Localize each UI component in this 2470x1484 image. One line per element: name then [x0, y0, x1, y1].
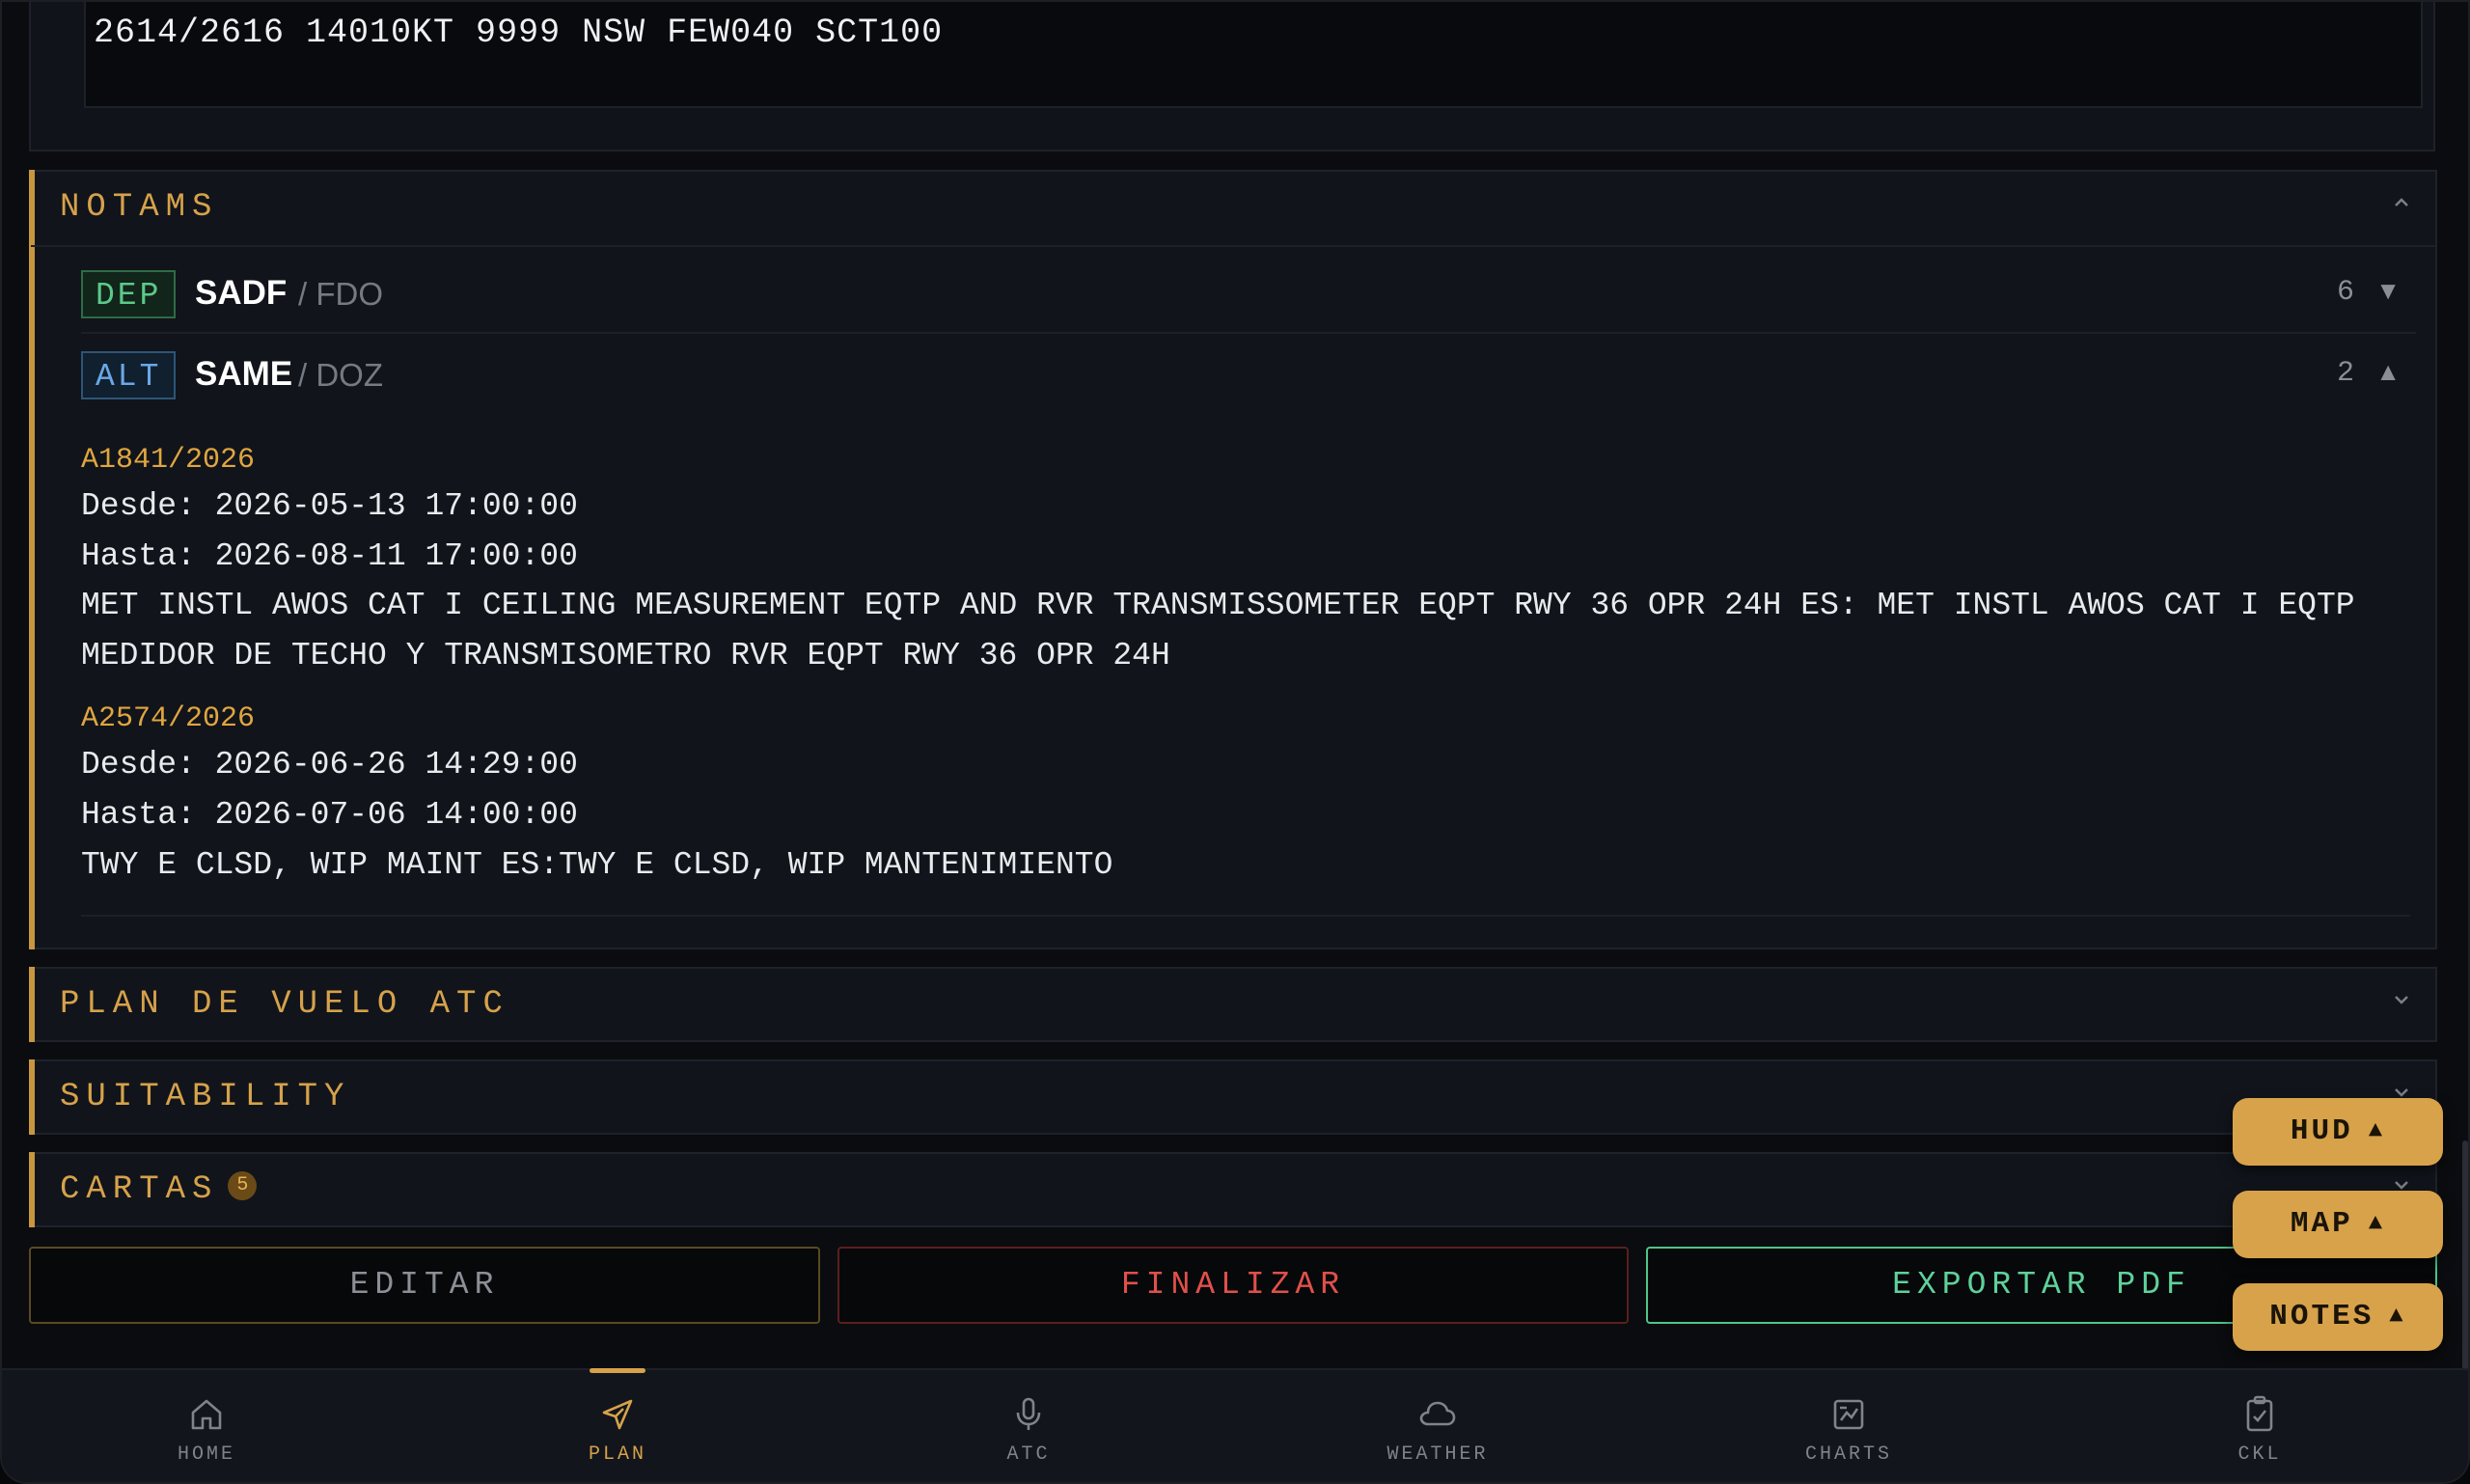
notam-count: 2 — [2336, 357, 2354, 390]
cartas-section[interactable]: CARTAS 5 — [29, 1152, 2437, 1227]
suitability-section[interactable]: SUITABILITY — [29, 1059, 2437, 1135]
plane-icon — [602, 1399, 633, 1430]
notes-label: NOTES — [2269, 1300, 2374, 1333]
caret-down-icon[interactable]: ▼ — [2375, 276, 2401, 306]
nav-label: CHARTS — [1804, 1443, 1892, 1466]
notam-count: 6 — [2336, 276, 2354, 309]
notam-from: Desde: 2026-05-13 17:00:00 — [81, 488, 578, 524]
cloud-icon — [1419, 1401, 1456, 1426]
section-title: CARTAS 5 — [60, 1171, 258, 1208]
scrollbar-thumb[interactable] — [2462, 1140, 2468, 1372]
section-title: SUITABILITY — [60, 1079, 351, 1115]
chart-icon — [1833, 1399, 1864, 1430]
body-divider — [81, 915, 2410, 917]
taf-line: 2614/2616 14010KT 9999 NSW FEW040 SCT100 — [94, 14, 944, 52]
airport-icao: SAME — [195, 355, 293, 393]
cartas-label: CARTAS — [60, 1171, 219, 1208]
airport-iata: / DOZ — [298, 357, 383, 393]
nav-label: ATC — [1006, 1443, 1051, 1466]
arrow-up-icon: ▲ — [2389, 1304, 2406, 1330]
section-title: PLAN DE VUELO ATC — [60, 986, 509, 1023]
section-accent — [29, 967, 35, 1042]
notam-text: TWY E CLSD, WIP MAINT ES:TWY E CLSD, WIP… — [81, 847, 1113, 883]
caret-up-icon[interactable]: ▲ — [2375, 357, 2401, 387]
checklist-icon — [2246, 1395, 2273, 1432]
section-accent — [29, 1059, 35, 1135]
nav-item-plan[interactable]: PLAN — [540, 1368, 695, 1482]
map-toggle-button[interactable]: MAP ▲ — [2233, 1191, 2443, 1258]
arrow-up-icon: ▲ — [2368, 1211, 2386, 1237]
notams-header[interactable]: NOTAMS — [31, 172, 2435, 245]
notam-id: A2574/2026 — [81, 702, 256, 735]
app-frame: 2614/2616 14010KT 9999 NSW FEW040 SCT100… — [0, 0, 2470, 1484]
microphone-icon — [1016, 1397, 1041, 1430]
active-indicator — [590, 1368, 645, 1373]
row-divider — [81, 332, 2416, 334]
nav-item-atc[interactable]: ATC — [951, 1370, 1106, 1482]
arrow-up-icon: ▲ — [2368, 1118, 2386, 1144]
nav-item-home[interactable]: HOME — [129, 1370, 284, 1482]
edit-button[interactable]: EDITAR — [29, 1247, 820, 1324]
notams-section: NOTAMS DEP SADF / FDO 6 ▼ ALT SAME / DOZ… — [29, 170, 2437, 949]
notam-to: Hasta: 2026-08-11 17:00:00 — [81, 538, 578, 574]
notam-to: Hasta: 2026-07-06 14:00:00 — [81, 797, 578, 833]
nav-label: WEATHER — [1386, 1443, 1489, 1466]
nav-label: CKL — [2237, 1443, 2282, 1466]
app: 2614/2616 14010KT 9999 NSW FEW040 SCT100… — [0, 0, 2470, 1484]
cartas-count-badge: 5 — [228, 1171, 258, 1201]
notes-toggle-button[interactable]: NOTES ▲ — [2233, 1283, 2443, 1351]
alt-badge: ALT — [81, 351, 177, 399]
home-icon — [191, 1399, 222, 1430]
nav-item-ckl[interactable]: CKL — [2182, 1370, 2337, 1482]
notam-from: Desde: 2026-06-26 14:29:00 — [81, 747, 578, 783]
plan-atc-section[interactable]: PLAN DE VUELO ATC — [29, 967, 2437, 1042]
section-accent — [29, 1152, 35, 1227]
chevron-up-icon[interactable] — [2387, 191, 2416, 221]
nav-item-weather[interactable]: WEATHER — [1360, 1370, 1515, 1482]
airport-iata: / FDO — [298, 276, 383, 312]
map-label: MAP — [2290, 1207, 2353, 1241]
notams-body: DEP SADF / FDO 6 ▼ ALT SAME / DOZ 2 ▲ A1… — [31, 245, 2435, 948]
dep-badge: DEP — [81, 270, 177, 318]
nav-label: HOME — [177, 1443, 235, 1466]
airport-row-dep[interactable]: DEP SADF / FDO 6 ▼ — [81, 266, 2416, 324]
airport-row-alt[interactable]: ALT SAME / DOZ 2 ▲ — [81, 347, 2416, 405]
notam-id: A1841/2026 — [81, 444, 256, 477]
bottom-nav: HOME PLAN ATC WEATHER CHARTS CKL — [2, 1368, 2468, 1482]
airport-icao: SADF — [195, 274, 288, 312]
notam-text: MET INSTL AWOS CAT I CEILING MEASUREMENT… — [81, 588, 2355, 673]
nav-item-charts[interactable]: CHARTS — [1771, 1370, 1926, 1482]
hud-toggle-button[interactable]: HUD ▲ — [2233, 1098, 2443, 1166]
nav-label: PLAN — [588, 1443, 646, 1466]
finalize-button[interactable]: FINALIZAR — [837, 1247, 1629, 1324]
chevron-down-icon[interactable] — [2387, 988, 2416, 1018]
hud-label: HUD — [2290, 1114, 2353, 1148]
section-title: NOTAMS — [60, 189, 219, 226]
